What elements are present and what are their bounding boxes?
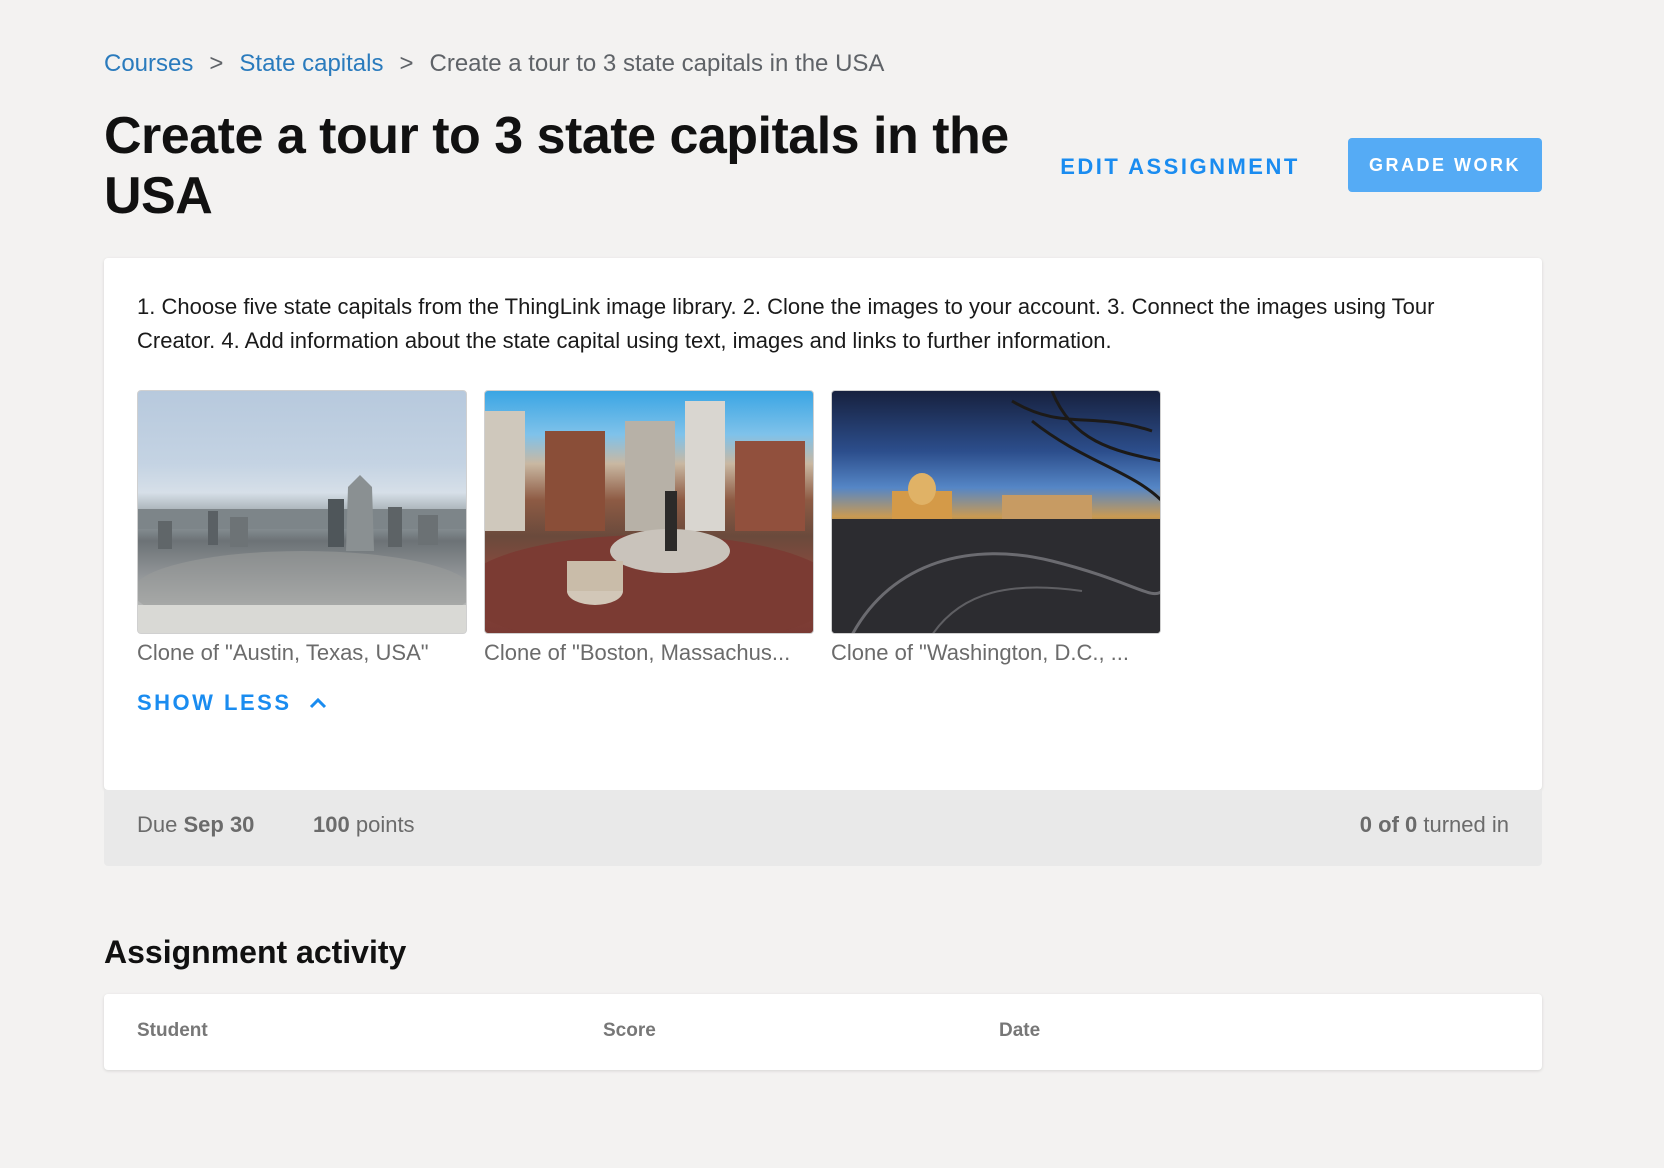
due-date-value: Sep 30 xyxy=(183,812,255,837)
grade-work-button[interactable]: GRADE WORK xyxy=(1348,138,1542,192)
panorama-image-washington[interactable] xyxy=(831,390,1161,634)
assignment-activity-title: Assignment activity xyxy=(104,934,407,970)
thumbnail-boston[interactable]: Clone of "Boston, Massachus... xyxy=(484,390,814,668)
points-suffix: points xyxy=(355,812,415,837)
column-header-date[interactable]: Date xyxy=(999,1020,1040,1042)
due-date: Due Sep 30 xyxy=(137,812,254,838)
breadcrumb-state-capitals-link[interactable]: State capitals xyxy=(239,48,383,80)
assignment-page: Courses > State capitals > Create a tour… xyxy=(0,0,1664,1168)
assignment-card: 1. Choose five state capitals from the T… xyxy=(104,258,1542,790)
breadcrumb: Courses > State capitals > Create a tour… xyxy=(104,48,884,80)
turned-in-count: 0 of 0 turned in xyxy=(1360,812,1509,838)
thumbnail-austin[interactable]: Clone of "Austin, Texas, USA" xyxy=(137,390,467,668)
assignment-description: 1. Choose five state capitals from the T… xyxy=(137,294,1435,353)
breadcrumb-separator: > xyxy=(209,50,224,77)
thumbnail-caption: Clone of "Washington, D.C., ... xyxy=(831,640,1130,665)
turned-in-suffix: turned in xyxy=(1423,812,1509,837)
panorama-image-austin[interactable] xyxy=(137,390,467,634)
show-less-label: SHOW LESS xyxy=(137,690,292,715)
edit-assignment-button[interactable]: EDIT ASSIGNMENT xyxy=(1040,142,1320,192)
points: 100 points xyxy=(313,812,415,838)
washington-capitol-graphic xyxy=(832,391,1160,633)
column-header-score[interactable]: Score xyxy=(603,1020,656,1042)
due-prefix: Due xyxy=(137,812,178,837)
thumbnail-washington[interactable]: Clone of "Washington, D.C., ... xyxy=(831,390,1161,668)
panorama-image-boston[interactable] xyxy=(484,390,814,634)
turned-in-value: 0 of 0 xyxy=(1359,812,1418,837)
column-header-student[interactable]: Student xyxy=(137,1020,208,1042)
assignment-meta-bar: Due Sep 30 100 points 0 of 0 turned in xyxy=(104,790,1542,866)
thumbnail-list: Clone of "Austin, Texas, USA" Clone of "… xyxy=(137,390,1178,668)
page-title: Create a tour to 3 state capitals in the… xyxy=(104,107,1009,225)
thumbnail-caption: Clone of "Boston, Massachus... xyxy=(484,640,791,665)
breadcrumb-current: Create a tour to 3 state capitals in the… xyxy=(429,50,885,77)
austin-skyline-graphic xyxy=(138,475,466,633)
show-less-button[interactable]: SHOW LESS xyxy=(137,690,328,716)
breadcrumb-courses-link[interactable]: Courses xyxy=(104,48,193,80)
chevron-up-icon xyxy=(308,690,328,716)
boston-plaza-graphic xyxy=(485,401,813,633)
activity-table: Student Score Date xyxy=(104,994,1542,1070)
thumbnail-caption: Clone of "Austin, Texas, USA" xyxy=(137,640,429,665)
points-value: 100 xyxy=(313,812,350,837)
breadcrumb-separator: > xyxy=(399,50,414,77)
